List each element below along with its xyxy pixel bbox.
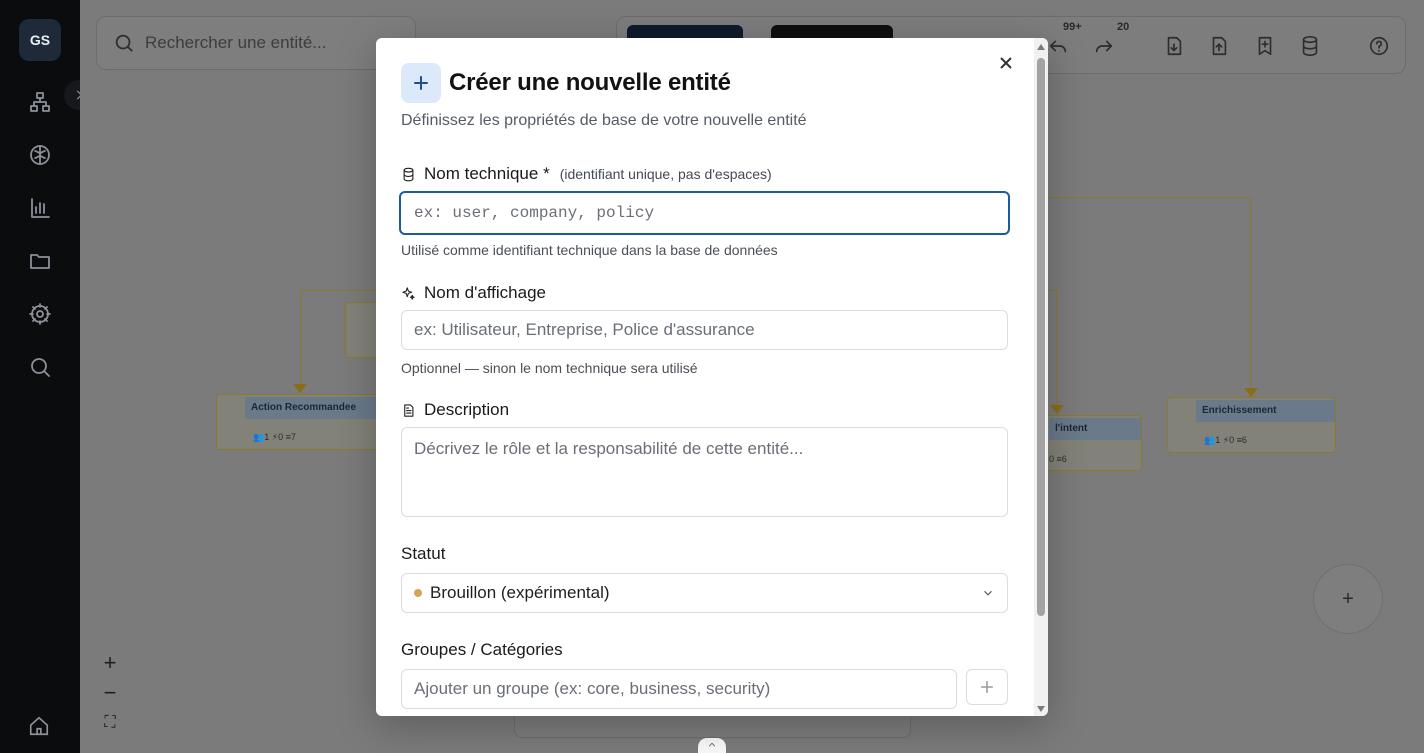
app-logo[interactable]: GS (19, 19, 61, 61)
scroll-up-arrow[interactable] (1037, 44, 1045, 50)
node-field-count: 6 (1241, 435, 1247, 445)
redo-icon[interactable] (1093, 35, 1117, 59)
modal-subtitle: Définissez les propriétés de base de vot… (401, 112, 807, 129)
node-action-count: 0 (278, 432, 284, 442)
modal-title: Créer une nouvelle entité (449, 69, 731, 96)
node-field-count: 6 (1061, 454, 1067, 464)
scroll-thumb[interactable] (1037, 58, 1045, 616)
node-meta: 👥1 ⚡0 ≡6 (1204, 435, 1247, 445)
chevron-down-icon (984, 590, 992, 596)
import-icon[interactable] (1163, 35, 1187, 59)
graph-edge-arrow (1244, 388, 1258, 397)
node-attr-count: 1 (264, 432, 270, 442)
bar-chart-icon[interactable] (26, 194, 54, 222)
export-icon[interactable] (1208, 35, 1232, 59)
technical-name-hint: (identifiant unique, pas d'espaces) (559, 166, 772, 182)
sparkles-icon (402, 286, 415, 300)
technical-name-label-row: Nom technique * (identifiant unique, pas… (401, 164, 772, 184)
node-title: l'intent (1049, 418, 1141, 440)
node-title: Enrichissement (1196, 400, 1335, 422)
undo-count-badge: 99+ (1063, 21, 1082, 33)
gear-icon[interactable] (26, 300, 54, 328)
display-name-helper: Optionnel — sinon le nom technique sera … (401, 360, 698, 376)
node-meta: 0 ≡6 (1049, 454, 1067, 464)
search-icon[interactable] (26, 353, 54, 381)
home-icon[interactable] (28, 715, 50, 742)
node-attr-count: 1 (1215, 435, 1221, 445)
description-label-row: Description (401, 400, 509, 420)
groups-input[interactable] (401, 669, 957, 709)
display-name-label: Nom d'affichage (424, 283, 547, 302)
chevron-up-icon (708, 742, 716, 747)
help-icon[interactable] (1368, 35, 1392, 59)
node-title: Action Recommandee (245, 397, 381, 419)
folder-icon[interactable] (26, 247, 54, 275)
entity-search-placeholder: Rechercher une entité... (145, 33, 327, 52)
status-selected-value: Brouillon (expérimental) (430, 583, 610, 602)
graph-edge (1040, 197, 1251, 387)
node-meta: 👥1 ⚡0 ≡7 (253, 432, 296, 442)
node-action-count: 0 (1229, 435, 1235, 445)
undo-icon[interactable] (1047, 35, 1071, 59)
search-icon (115, 34, 133, 52)
description-label: Description (424, 400, 510, 419)
zoom-out-button[interactable]: − (96, 679, 124, 707)
document-icon (404, 403, 414, 417)
graph-edge-arrow (1050, 405, 1064, 414)
brain-icon[interactable] (26, 141, 54, 169)
database-icon[interactable] (1299, 35, 1323, 59)
hierarchy-icon[interactable] (26, 88, 54, 116)
status-label: Statut (401, 544, 446, 563)
technical-name-helper: Utilisé comme identifiant technique dans… (401, 242, 778, 258)
close-button[interactable] (996, 53, 1016, 73)
add-group-button[interactable] (966, 669, 1008, 705)
create-entity-modal: Créer une nouvelle entité Définissez les… (376, 38, 1048, 716)
technical-name-input[interactable] (399, 191, 1010, 235)
close-icon (1000, 57, 1012, 69)
graph-edge-arrow (293, 384, 307, 393)
display-name-label-row: Nom d'affichage (401, 283, 546, 303)
scroll-down-arrow[interactable] (1037, 706, 1045, 712)
fit-view-button[interactable]: ⛶ (96, 709, 124, 737)
modal-scrollbar[interactable] (1034, 38, 1048, 716)
sidebar: GS (0, 0, 80, 753)
entity-search-bar[interactable]: Rechercher une entité... (96, 16, 416, 70)
zoom-in-button[interactable]: + (96, 649, 124, 677)
database-icon (403, 167, 414, 181)
graph-node-action-recommandee[interactable]: Action Recommandee 👥1 ⚡0 ≡7 (216, 394, 382, 450)
plus-icon (401, 63, 441, 103)
add-entity-fab[interactable]: + (1313, 564, 1383, 634)
bottom-panel-toggle[interactable] (698, 738, 726, 753)
redo-count-badge: 20 (1117, 21, 1130, 33)
status-select[interactable]: Brouillon (expérimental) (401, 573, 1008, 613)
description-textarea[interactable] (401, 427, 1008, 517)
node-action-count: 0 (1049, 454, 1055, 464)
technical-name-label: Nom technique * (424, 164, 550, 183)
bookmark-icon[interactable] (1254, 35, 1278, 59)
groups-label: Groupes / Catégories (401, 640, 563, 659)
display-name-input[interactable] (401, 310, 1008, 350)
plus-icon (980, 680, 994, 694)
node-field-count: 7 (290, 432, 296, 442)
status-dot (414, 589, 422, 597)
graph-node-enrichissement[interactable]: Enrichissement 👥1 ⚡0 ≡6 (1167, 397, 1336, 453)
